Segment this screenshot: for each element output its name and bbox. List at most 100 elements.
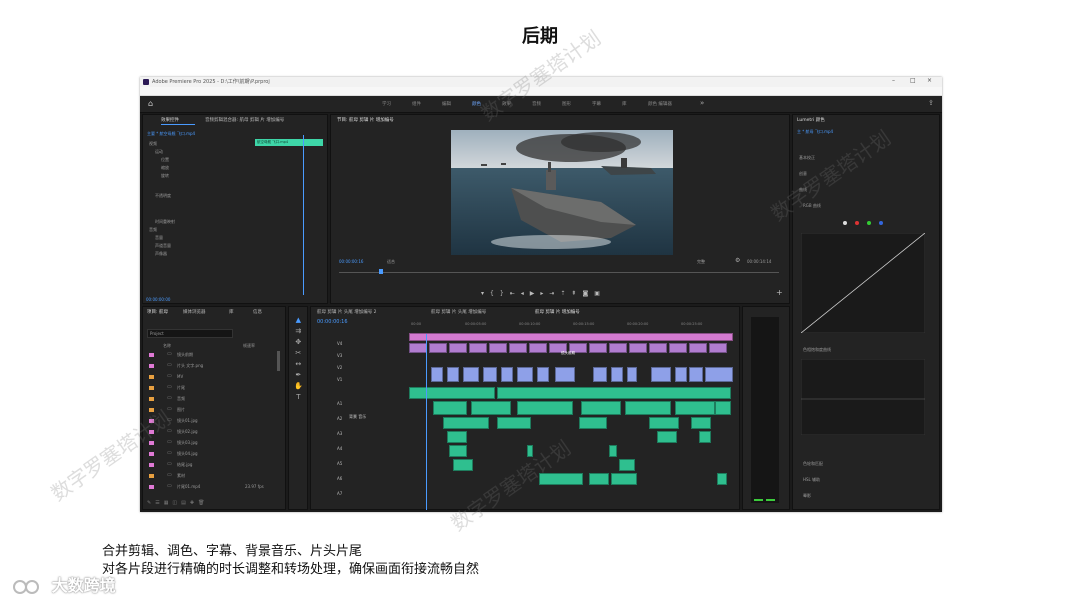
video-clip[interactable]: [469, 343, 487, 353]
track-header-audio[interactable]: A5: [337, 461, 342, 466]
audio-clip[interactable]: [497, 387, 731, 399]
video-clip[interactable]: [555, 367, 575, 382]
scrollbar[interactable]: [277, 351, 280, 371]
track-header-audio[interactable]: A3: [337, 431, 342, 436]
video-clip[interactable]: [509, 343, 527, 353]
lumetri-creative[interactable]: 创意: [799, 171, 807, 177]
lumetri-hsl[interactable]: HSL 辅助: [803, 477, 820, 483]
video-clip[interactable]: [609, 343, 627, 353]
add-button-icon[interactable]: +: [776, 288, 783, 297]
marker-icon[interactable]: ▾: [481, 290, 490, 297]
audio-clip[interactable]: [699, 431, 711, 443]
program-scrubber[interactable]: [339, 272, 779, 273]
workspace-learn[interactable]: 学习: [382, 101, 391, 107]
extract-icon[interactable]: ⇞: [571, 290, 582, 297]
workspace-color-editor[interactable]: 颜色 编辑器: [648, 101, 672, 107]
trash-icon[interactable]: 🗑: [198, 500, 208, 506]
workspace-color[interactable]: 颜色: [472, 101, 481, 107]
playhead-marker[interactable]: [379, 269, 383, 274]
list-view-icon[interactable]: ☰: [155, 500, 163, 506]
section-time-remap[interactable]: 时间重映射: [155, 219, 175, 225]
track-header-video[interactable]: V4: [337, 341, 342, 346]
audio-clip[interactable]: [717, 473, 727, 485]
freeform-icon[interactable]: ◫: [172, 500, 181, 506]
list-item[interactable]: ▭ 结尾.jpg: [149, 461, 273, 470]
section-motion[interactable]: 运动: [155, 149, 163, 155]
track-header-audio[interactable]: A4: [337, 446, 342, 451]
video-clip[interactable]: [611, 367, 623, 382]
track-header-video[interactable]: V1: [337, 377, 342, 382]
audio-clip[interactable]: [581, 401, 621, 415]
fit-dropdown[interactable]: 适合: [387, 259, 395, 265]
section-channel-volume[interactable]: 声道音量: [155, 243, 171, 249]
type-tool-icon[interactable]: T: [294, 392, 303, 403]
video-clip[interactable]: [651, 367, 671, 382]
video-clip[interactable]: [627, 367, 637, 382]
in-point-icon[interactable]: {: [490, 290, 500, 297]
lumetri-rgb-curves[interactable]: RGB 曲线: [803, 203, 821, 209]
audio-clip[interactable]: [443, 417, 489, 429]
out-point-icon[interactable]: }: [500, 290, 510, 297]
audio-clip[interactable]: [527, 445, 533, 457]
workspace-libraries[interactable]: 库: [622, 101, 627, 107]
video-clip[interactable]: [537, 367, 549, 382]
track-header-audio[interactable]: A7: [337, 491, 342, 496]
list-item[interactable]: ▭ 镜头04.jpg: [149, 450, 273, 459]
maximize-icon[interactable]: □: [910, 77, 916, 84]
hue-sat-graph[interactable]: [801, 359, 925, 435]
tab-libraries[interactable]: 库: [229, 309, 234, 315]
audio-clip[interactable]: [497, 417, 531, 429]
audio-clip[interactable]: [539, 473, 583, 485]
list-item[interactable]: ▭ 镜头前期: [149, 351, 273, 360]
audio-clip[interactable]: [409, 387, 495, 399]
home-icon[interactable]: ⌂: [148, 99, 153, 108]
list-item[interactable]: ▭ 片尾01.mp4 23.97 fps: [149, 483, 273, 492]
tab-project[interactable]: 项目: 航母: [147, 309, 168, 315]
audio-clip[interactable]: [589, 473, 609, 485]
track-header-audio[interactable]: A1: [337, 401, 342, 406]
video-clip[interactable]: [463, 367, 479, 382]
project-search-input[interactable]: Project: [147, 329, 233, 338]
compare-icon[interactable]: ▣: [594, 290, 606, 297]
track-header-video[interactable]: V2: [337, 365, 342, 370]
track-header-audio[interactable]: A6: [337, 476, 342, 481]
tab-effect-controls[interactable]: 效果控件: [161, 117, 179, 123]
list-item[interactable]: ▭ 镜头02.jpg: [149, 428, 273, 437]
minimize-icon[interactable]: –: [892, 77, 895, 84]
quality-dropdown[interactable]: 完整: [697, 259, 705, 265]
clip-bar[interactable]: 航空母舰 飞口.mp4: [255, 139, 323, 146]
video-clip[interactable]: [689, 367, 703, 382]
razor-tool-icon[interactable]: ✂: [294, 348, 303, 359]
video-clip[interactable]: [529, 343, 547, 353]
chevron-right-icon[interactable]: »: [700, 99, 704, 107]
video-clip[interactable]: [449, 343, 467, 353]
close-icon[interactable]: ×: [927, 77, 932, 84]
tab-audio-mixer[interactable]: 音频剪辑混合器: 航母 剪辑 片 增加编号: [205, 117, 284, 123]
tab-sequence-2[interactable]: 航母 剪辑 片 头尾 增加编号: [431, 309, 486, 315]
slip-tool-icon[interactable]: ↔: [294, 359, 303, 370]
audio-clip[interactable]: [433, 401, 467, 415]
pencil-icon[interactable]: ✎: [147, 500, 155, 506]
lift-icon[interactable]: ⇡: [560, 290, 571, 297]
section-panner[interactable]: 声像器: [155, 251, 167, 257]
video-clip[interactable]: [669, 343, 687, 353]
video-clip[interactable]: [709, 343, 727, 353]
hand-tool-icon[interactable]: ✋: [294, 381, 303, 392]
video-clip[interactable]: [593, 367, 607, 382]
column-framerate[interactable]: 帧速率: [243, 343, 255, 349]
tab-program[interactable]: 节目: 航母 剪辑 片 增加编号: [337, 117, 394, 123]
lumetri-hue-sat[interactable]: 色相饱和度曲线: [803, 347, 831, 353]
workspace-captions[interactable]: 字幕: [592, 101, 601, 107]
audio-clip[interactable]: [675, 401, 715, 415]
red-channel-dot[interactable]: [855, 221, 859, 225]
audio-clip[interactable]: [471, 401, 511, 415]
audio-clip[interactable]: [625, 401, 671, 415]
wrench-icon[interactable]: ⚙: [735, 257, 740, 264]
video-clip[interactable]: [675, 367, 687, 382]
audio-clip[interactable]: [611, 473, 637, 485]
title-clip[interactable]: [409, 333, 733, 341]
list-item[interactable]: ▭ MV: [149, 373, 273, 382]
audio-clip[interactable]: [453, 459, 473, 471]
audio-clip[interactable]: [609, 445, 617, 457]
pen-tool-icon[interactable]: ✒: [294, 370, 303, 381]
